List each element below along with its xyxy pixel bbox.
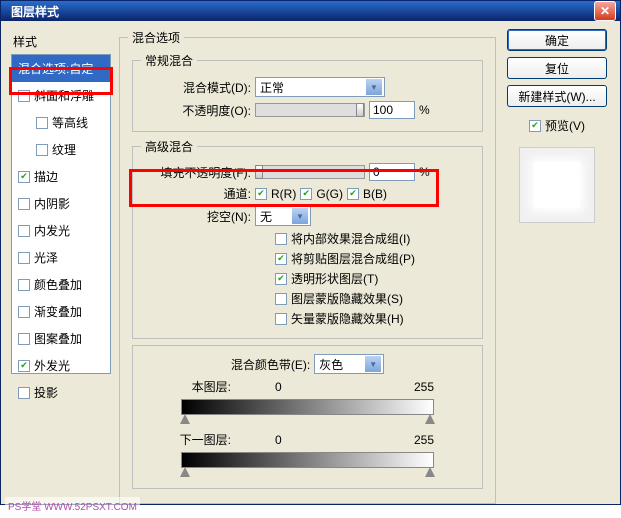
fill-opacity-value[interactable]: 0	[369, 163, 415, 181]
style-list: 混合选项:自定 斜面和浮雕 等高线 纹理 ✔描边 内阴影 内发光 光泽 颜色叠加…	[11, 54, 111, 374]
style-bevel[interactable]: 斜面和浮雕	[12, 82, 110, 109]
channel-r-checkbox[interactable]: ✔	[255, 188, 267, 200]
opacity-value[interactable]: 100	[369, 101, 415, 119]
style-satin[interactable]: 光泽	[12, 244, 110, 271]
style-stroke[interactable]: ✔描边	[12, 163, 110, 190]
this-layer-slider[interactable]	[181, 399, 434, 415]
knockout-select[interactable]: 无▼	[255, 206, 311, 226]
preview-thumbnail	[519, 147, 595, 223]
blend-options-title: 混合选项	[128, 29, 184, 46]
checkbox-icon[interactable]	[18, 333, 30, 345]
checkbox-icon[interactable]	[18, 198, 30, 210]
blend-mode-label: 混合模式(D):	[141, 79, 251, 96]
channels-label: 通道:	[141, 185, 251, 202]
blend-mode-select[interactable]: 正常▼	[255, 77, 385, 97]
opt-vector-mask-hides-checkbox[interactable]	[275, 313, 287, 325]
fill-opacity-slider[interactable]	[255, 165, 365, 179]
checkbox-icon[interactable]	[18, 90, 30, 102]
checkbox-icon[interactable]	[18, 252, 30, 264]
blend-if-select[interactable]: 灰色▼	[314, 354, 384, 374]
opt-blend-interior-checkbox[interactable]	[275, 233, 287, 245]
channel-b-checkbox[interactable]: ✔	[347, 188, 359, 200]
style-contour[interactable]: 等高线	[12, 109, 110, 136]
cancel-button[interactable]: 复位	[507, 57, 607, 79]
style-texture[interactable]: 纹理	[12, 136, 110, 163]
checkbox-icon[interactable]	[18, 306, 30, 318]
channel-g-checkbox[interactable]: ✔	[300, 188, 312, 200]
checkbox-icon[interactable]	[18, 225, 30, 237]
underlying-layer-slider[interactable]	[181, 452, 434, 468]
checkbox-icon[interactable]	[18, 279, 30, 291]
style-outer-glow[interactable]: ✔外发光	[12, 352, 110, 379]
checkbox-icon[interactable]: ✔	[18, 171, 30, 183]
knockout-label: 挖空(N):	[141, 208, 251, 225]
underlying-layer-label: 下一图层:	[141, 431, 231, 448]
blend-if-group: 混合颜色带(E): 灰色▼ 本图层: 0255 下一图层: 0255	[132, 345, 483, 489]
blend-options-group: 混合选项 常规混合 混合模式(D): 正常▼ 不透明度(O): 100 %	[119, 29, 496, 504]
opt-layer-mask-hides-checkbox[interactable]	[275, 293, 287, 305]
fill-opacity-label: 填充不透明度(F):	[141, 164, 251, 181]
new-style-button[interactable]: 新建样式(W)...	[507, 85, 607, 107]
advanced-blend-group: 高级混合 填充不透明度(F): 0 % 通道: ✔R(R) ✔G(G) ✔B(B…	[132, 138, 483, 339]
checkbox-icon[interactable]	[36, 117, 48, 129]
styles-header: 样式	[11, 29, 111, 54]
style-inner-shadow[interactable]: 内阴影	[12, 190, 110, 217]
general-blend-group: 常规混合 混合模式(D): 正常▼ 不透明度(O): 100 %	[132, 52, 483, 132]
style-color-overlay[interactable]: 颜色叠加	[12, 271, 110, 298]
chevron-down-icon: ▼	[292, 208, 308, 224]
style-gradient-overlay[interactable]: 渐变叠加	[12, 298, 110, 325]
ok-button[interactable]: 确定	[507, 29, 607, 51]
watermark: PS学堂 WWW.52PSXT.COM	[5, 497, 140, 514]
style-drop-shadow[interactable]: 投影	[12, 379, 110, 406]
close-icon[interactable]: ✕	[594, 1, 616, 21]
chevron-down-icon: ▼	[366, 79, 382, 95]
titlebar: 图层样式 ✕	[1, 1, 620, 21]
style-blend-options[interactable]: 混合选项:自定	[12, 55, 110, 82]
checkbox-icon[interactable]: ✔	[18, 360, 30, 372]
window-title: 图层样式	[5, 3, 59, 20]
checkbox-icon[interactable]	[18, 387, 30, 399]
opacity-slider[interactable]	[255, 103, 365, 117]
chevron-down-icon: ▼	[365, 356, 381, 372]
this-layer-label: 本图层:	[141, 378, 231, 395]
opt-transparency-shapes-checkbox[interactable]: ✔	[275, 273, 287, 285]
style-inner-glow[interactable]: 内发光	[12, 217, 110, 244]
style-pattern-overlay[interactable]: 图案叠加	[12, 325, 110, 352]
blend-if-label: 混合颜色带(E):	[231, 356, 310, 373]
opt-blend-clipped-checkbox[interactable]: ✔	[275, 253, 287, 265]
preview-checkbox[interactable]: ✔	[529, 120, 541, 132]
checkbox-icon[interactable]	[36, 144, 48, 156]
opacity-label: 不透明度(O):	[141, 102, 251, 119]
